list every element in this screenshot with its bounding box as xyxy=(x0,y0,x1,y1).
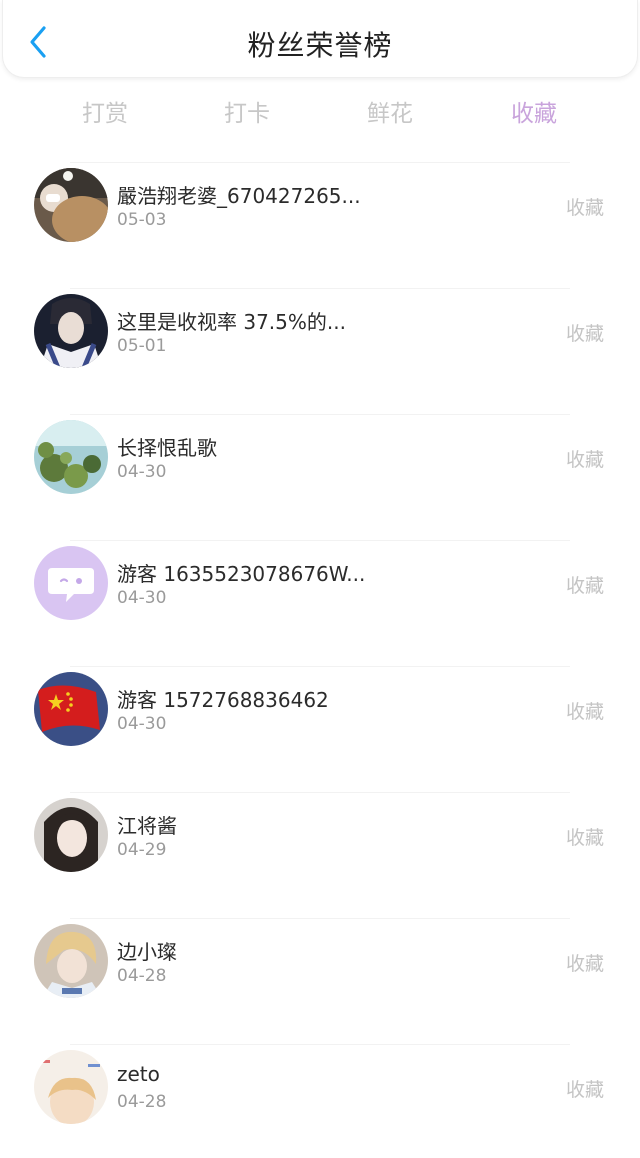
user-name: 这里是收视率 37.5%的... xyxy=(117,310,346,334)
avatar[interactable] xyxy=(34,672,108,746)
divider xyxy=(70,1044,570,1045)
favorite-status: 收藏 xyxy=(565,1079,604,1101)
favorite-status: 收藏 xyxy=(565,827,604,849)
tab-reward[interactable]: 打赏 xyxy=(45,94,165,128)
user-name: 游客 1572768836462 xyxy=(117,688,329,712)
page-title: 粉丝荣誉榜 xyxy=(247,29,393,62)
header-bar: 粉丝荣誉榜 xyxy=(2,0,638,78)
user-name: 游客 1635523078676W... xyxy=(117,562,366,586)
user-name: 江将酱 xyxy=(117,814,177,838)
avatar[interactable] xyxy=(34,546,108,620)
chat-bubble-icon xyxy=(34,546,108,620)
user-name: 嚴浩翔老婆_670427265... xyxy=(117,184,361,208)
tab-checkin[interactable]: 打卡 xyxy=(187,94,307,128)
user-name: 长择恨乱歌 xyxy=(117,436,217,460)
favorite-status: 收藏 xyxy=(565,449,604,471)
favorite-status: 收藏 xyxy=(565,197,604,219)
date-label: 04-30 xyxy=(117,462,167,482)
date-label: 04-28 xyxy=(117,966,167,986)
avatar[interactable] xyxy=(34,1050,108,1124)
list-item[interactable]: 江将酱 04-29 收藏 xyxy=(0,780,640,906)
date-label: 04-28 xyxy=(117,1092,167,1112)
date-label: 04-30 xyxy=(117,714,167,734)
list-item[interactable]: 边小璨 04-28 收藏 xyxy=(0,906,640,1032)
favorite-status: 收藏 xyxy=(565,323,604,345)
avatar[interactable] xyxy=(34,798,108,872)
list-item[interactable]: zeto 04-28 收藏 xyxy=(0,1032,640,1158)
divider xyxy=(70,666,570,667)
tab-bar: 打赏 打卡 鲜花 收藏 xyxy=(0,86,640,136)
list-item[interactable]: 游客 1572768836462 04-30 收藏 xyxy=(0,654,640,780)
divider xyxy=(70,792,570,793)
list-item[interactable]: 这里是收视率 37.5%的... 05-01 收藏 xyxy=(0,276,640,402)
favorite-status: 收藏 xyxy=(565,701,604,723)
favorite-status: 收藏 xyxy=(565,953,604,975)
divider xyxy=(70,288,570,289)
divider xyxy=(70,918,570,919)
user-name: 边小璨 xyxy=(117,940,177,964)
date-label: 05-01 xyxy=(117,336,167,356)
divider xyxy=(70,414,570,415)
avatar[interactable] xyxy=(34,168,108,242)
list-item[interactable]: 游客 1635523078676W... 04-30 收藏 xyxy=(0,528,640,654)
tab-favorites[interactable]: 收藏 xyxy=(474,94,594,128)
avatar[interactable] xyxy=(34,420,108,494)
favorite-status: 收藏 xyxy=(565,575,604,597)
user-name: zeto xyxy=(117,1062,160,1086)
divider xyxy=(70,162,570,163)
date-label: 04-29 xyxy=(117,840,167,860)
list-item[interactable]: 嚴浩翔老婆_670427265... 05-03 收藏 xyxy=(0,150,640,276)
avatar[interactable] xyxy=(34,924,108,998)
date-label: 04-30 xyxy=(117,588,167,608)
list-item[interactable]: 长择恨乱歌 04-30 收藏 xyxy=(0,402,640,528)
tab-flowers[interactable]: 鲜花 xyxy=(330,94,450,128)
divider xyxy=(70,540,570,541)
avatar[interactable] xyxy=(34,294,108,368)
date-label: 05-03 xyxy=(117,210,167,230)
